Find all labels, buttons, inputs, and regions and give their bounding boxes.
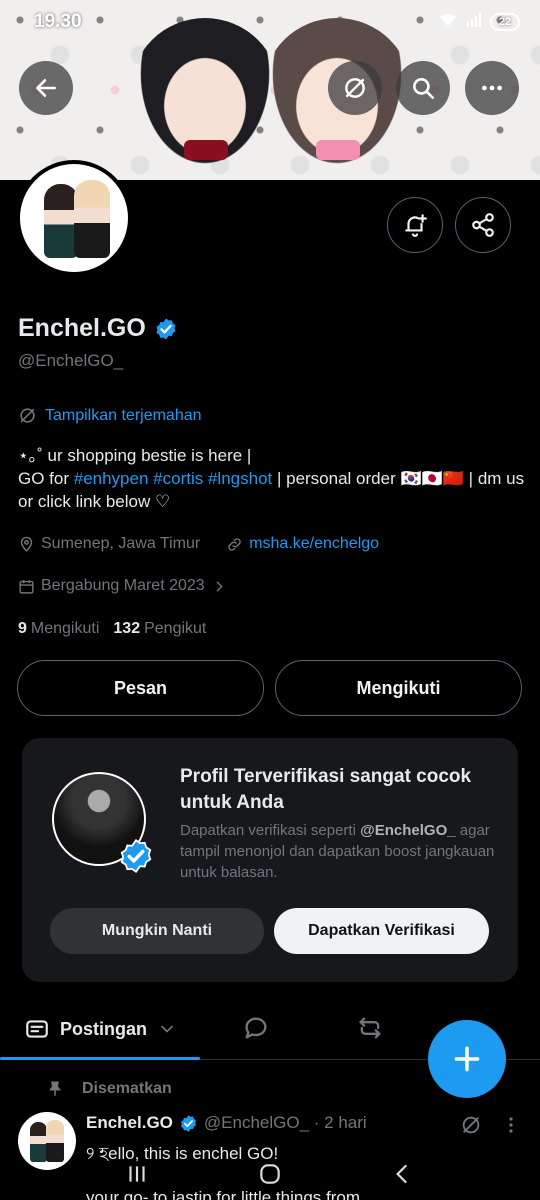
tab-posts-label: Postingan [60,1018,148,1039]
pinned-indicator: Disematkan [46,1080,172,1098]
avatar-figure-left [44,184,78,258]
grok-icon [345,78,365,98]
back-nav-icon[interactable] [390,1161,416,1187]
back-button[interactable] [19,61,73,115]
hashtag-enhypen[interactable]: #enhypen [74,469,149,488]
share-icon [472,213,494,237]
followers-count-link[interactable]: 132 Pengikut [113,620,206,638]
display-name: Enchel.GO [18,314,146,342]
share-button[interactable] [455,197,511,253]
verified-badge-icon[interactable] [154,317,178,341]
location-pin-icon [20,536,33,552]
post-author-name[interactable]: Enchel.GO [86,1113,173,1133]
recent-apps-icon[interactable] [124,1161,150,1187]
promo-desc-handle: @EnchelGO_ [360,822,456,839]
bio-go-for: GO for [18,469,74,488]
profile-name: Enchel.GO [18,314,178,343]
maybe-later-button[interactable]: Mungkin Nanti [50,908,264,954]
bio-line-1: ⋆｡˚ ur shopping bestie is here | [18,446,252,465]
message-button[interactable]: Pesan [17,660,264,716]
joined-row[interactable]: Bergabung Maret 2023 [18,577,228,595]
signal-icon [466,12,482,32]
more-vertical-icon[interactable] [504,1116,518,1134]
translate-link[interactable]: Tampilkan terjemahan [18,406,202,425]
more-horizontal-icon [482,85,502,91]
followers-count: 132 [113,620,141,637]
hashtag-lngshot[interactable]: #lngshot [208,469,272,488]
profile-avatar[interactable] [16,160,132,276]
promo-description: Dapatkan verifikasi seperti @EnchelGO_ a… [180,820,496,883]
compose-button[interactable] [428,1020,506,1098]
calendar-icon [19,579,34,594]
posts-tab-icon [26,1020,48,1038]
pinned-label: Disematkan [82,1080,172,1097]
home-icon[interactable] [257,1161,283,1187]
profile-location: Sumenep, Jawa Timur [41,535,201,552]
status-icons: 22 [438,12,520,32]
search-icon [413,78,435,100]
profile-handle: @EnchelGO_ [18,351,124,370]
banner-bow-red [184,140,228,160]
tab-reposts-repost-icon[interactable] [356,1014,384,1042]
search-button[interactable] [396,61,450,115]
get-verified-button[interactable]: Dapatkan Verifikasi [274,908,489,954]
promo-desc-pre: Dapatkan verifikasi seperti [180,822,361,839]
pin-icon [49,1081,61,1096]
tab-posts[interactable]: Postingan [24,1016,177,1042]
notifications-button[interactable] [387,197,443,253]
tab-replies-reply-icon[interactable] [242,1014,270,1042]
plus-icon [454,1046,480,1072]
promo-title: Profil Terverifikasi sangat cocok untuk … [180,766,472,813]
follow-counts: 9 Mengikuti 132 Pengikut [18,620,206,638]
following-count: 9 [18,620,27,637]
verified-badge-icon [180,1114,196,1132]
translate-label[interactable]: Tampilkan terjemahan [45,407,202,425]
post-header: Enchel.GO @EnchelGO_ · 2 hari [86,1113,367,1133]
following-label: Mengikuti [30,620,100,637]
banner-bow-pink [316,140,360,160]
grok-icon[interactable] [460,1114,482,1136]
verified-badge-icon [120,838,152,874]
profile-bio: ⋆｡˚ ur shopping bestie is here | GO for … [18,444,528,513]
avatar-figure-right [74,180,110,258]
hashtag-cortis[interactable]: #cortis [153,469,203,488]
following-count-link[interactable]: 9 Mengikuti [18,620,99,638]
chevron-right-icon [216,581,223,591]
link-icon [228,537,241,551]
status-time: 19.30 [34,11,82,32]
grok-icon [20,408,35,423]
more-options-button[interactable] [465,61,519,115]
post-meta: @EnchelGO_ · 2 hari [203,1113,367,1132]
battery-icon: 22 [490,13,520,31]
active-tab-indicator [0,1057,200,1060]
wifi-icon [438,12,458,32]
system-nav-bar [0,1148,540,1200]
bell-plus-icon [405,214,427,237]
grok-button[interactable] [328,61,382,115]
status-bar: 19.30 22 [0,0,540,44]
followers-label: Pengikut [144,620,207,637]
profile-website-link[interactable]: msha.ke/enchelgo [249,535,379,553]
profile-joined: Bergabung Maret 2023 [41,577,205,594]
profile-meta-row: Sumenep, Jawa Timur msha.ke/enchelgo [18,535,379,553]
verification-promo-card: Profil Terverifikasi sangat cocok untuk … [22,738,518,982]
following-button[interactable]: Mengikuti [275,660,522,716]
arrow-left-icon [36,79,56,97]
bio-line-2: GO for #enhypen #cortis #lngshot | perso… [18,467,528,513]
chevron-down-icon [161,1025,173,1033]
